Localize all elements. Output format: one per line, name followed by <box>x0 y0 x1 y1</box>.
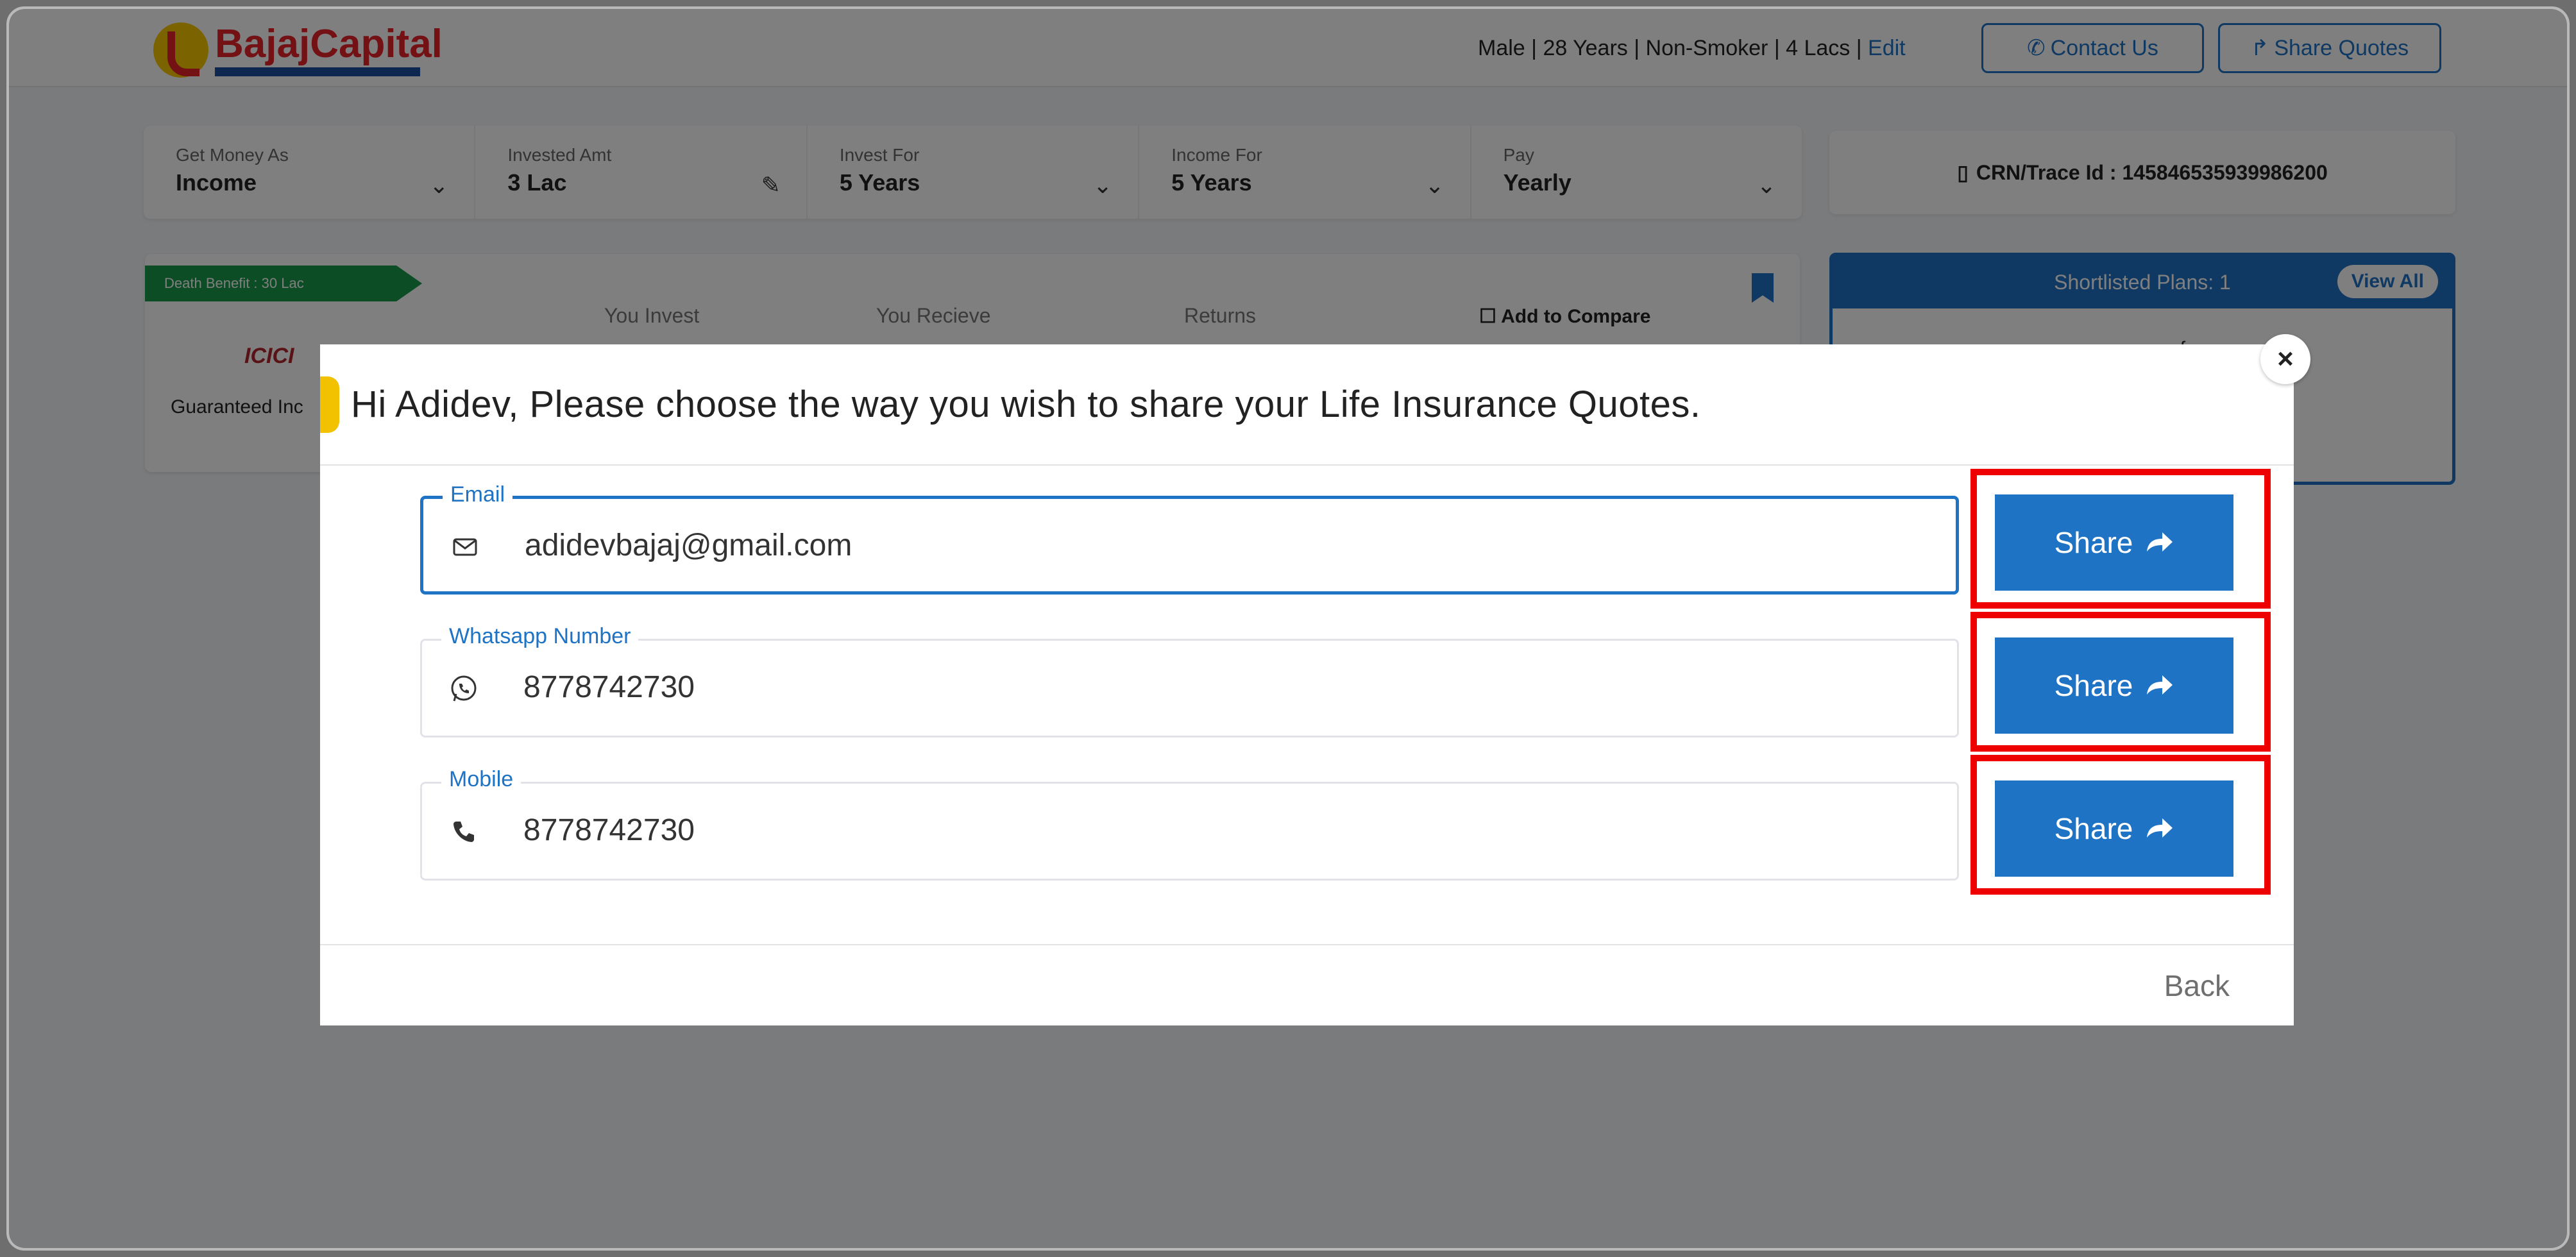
share-arrow-icon <box>2147 818 2173 838</box>
close-button[interactable]: × <box>2260 334 2310 384</box>
modal-header: Hi Adidev, Please choose the way you wis… <box>320 344 2294 466</box>
email-label: Email <box>443 482 513 507</box>
whatsapp-share-highlight: Share <box>1970 612 2271 752</box>
share-quotes-modal: Hi Adidev, Please choose the way you wis… <box>320 334 2310 1027</box>
back-button[interactable]: Back <box>2164 968 2230 1003</box>
whatsapp-label: Whatsapp Number <box>441 624 639 649</box>
mobile-input[interactable] <box>523 813 1870 848</box>
email-field[interactable]: Email <box>420 482 1959 595</box>
header-accent-bar <box>320 376 339 433</box>
email-input[interactable] <box>525 528 1872 563</box>
whatsapp-share-button[interactable]: Share <box>1995 637 2233 734</box>
share-arrow-icon <box>2147 675 2173 695</box>
mobile-field[interactable]: Mobile <box>420 767 1959 881</box>
share-arrow-icon <box>2147 532 2173 552</box>
phone-icon <box>448 816 480 848</box>
browser-frame: BajajCapital Male | 28 Years | Non-Smoke… <box>6 6 2570 1251</box>
modal-title: Hi Adidev, Please choose the way you wis… <box>351 384 1701 425</box>
mobile-share-highlight: Share <box>1970 755 2271 895</box>
modal-footer: Back <box>320 944 2294 1027</box>
mobile-share-button[interactable]: Share <box>1995 780 2233 877</box>
whatsapp-input[interactable] <box>523 670 1870 705</box>
whatsapp-field[interactable]: Whatsapp Number <box>420 624 1959 738</box>
mail-icon <box>449 531 481 563</box>
email-share-highlight: Share <box>1970 469 2271 609</box>
email-share-button[interactable]: Share <box>1995 494 2233 591</box>
whatsapp-icon <box>448 673 480 705</box>
mobile-label: Mobile <box>441 767 521 792</box>
